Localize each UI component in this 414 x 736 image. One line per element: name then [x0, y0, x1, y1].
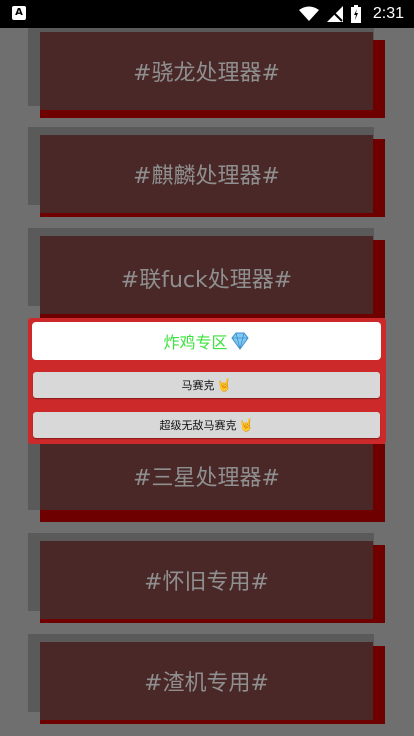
processor-card-mediatek[interactable]: #联fuck处理器#	[0, 228, 414, 330]
card-label: #三星处理器#	[133, 466, 280, 491]
nostalgia-card[interactable]: #怀旧专用#	[0, 533, 414, 635]
super-mosaic-button-label: 超级无敌马赛克	[159, 419, 237, 432]
diamond-icon	[230, 332, 249, 350]
status-bar: A 2:31	[0, 0, 414, 28]
rock-hand-icon: 🤘	[238, 418, 254, 432]
status-icons: 2:31	[298, 0, 404, 28]
super-mosaic-button[interactable]: 超级无敌马赛克 🤘	[33, 412, 380, 438]
card-label: #骁龙处理器#	[133, 61, 280, 86]
processor-card-kirin[interactable]: #麒麟处理器#	[0, 127, 414, 229]
card-label: #联fuck处理器#	[120, 268, 293, 293]
signal-icon	[326, 6, 343, 22]
battery-icon	[350, 5, 361, 23]
app-notification-icon: A	[12, 6, 26, 20]
rock-hand-icon: 🤘	[216, 378, 232, 392]
low-end-card[interactable]: #渣机专用#	[0, 634, 414, 736]
dialog-title: 炸鸡专区	[163, 333, 228, 352]
mosaic-button[interactable]: 马赛克 🤘	[33, 372, 380, 398]
dialog-title-box: 炸鸡专区	[32, 322, 381, 360]
card-label: #麒麟处理器#	[133, 164, 280, 189]
card-label: #渣机专用#	[144, 671, 269, 696]
card-label: #怀旧专用#	[144, 570, 269, 595]
wifi-icon	[298, 6, 319, 21]
clock: 2:31	[372, 5, 404, 22]
menu-dialog: 炸鸡专区 马赛克 🤘 超级无敌马赛克 🤘	[28, 318, 386, 444]
mosaic-button-label: 马赛克	[181, 379, 215, 392]
processor-card-snapdragon[interactable]: #骁龙处理器#	[0, 28, 414, 130]
processor-card-samsung[interactable]: #三星处理器#	[0, 432, 414, 534]
